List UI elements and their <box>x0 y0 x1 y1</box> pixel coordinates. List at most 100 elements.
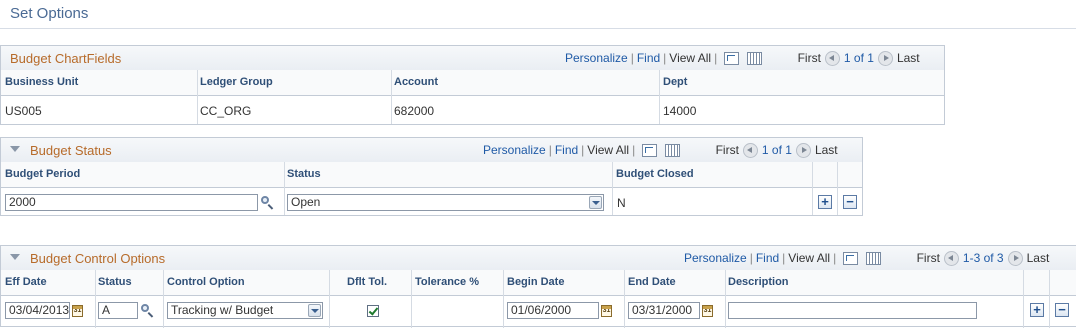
calendar-icon[interactable]: 31 <box>601 305 612 317</box>
column-divider <box>503 270 504 328</box>
add-row-button[interactable]: + <box>818 195 832 209</box>
personalize-link[interactable]: Personalize <box>483 143 546 157</box>
col-dept: Dept <box>663 76 688 88</box>
column-divider <box>284 162 285 215</box>
column-divider <box>95 270 96 328</box>
dflt-tol-checkbox[interactable] <box>367 305 379 317</box>
eff-date-input[interactable]: 03/04/2013 <box>5 302 70 319</box>
grid-title: Budget ChartFields <box>10 51 122 66</box>
row-range: 1 of 1 <box>761 143 792 157</box>
grid-nav: Personalize | Find | View All | First 1 of 1 La… <box>483 143 838 159</box>
col-eff-date: Eff Date <box>5 276 47 288</box>
view-all-link[interactable]: View All <box>788 251 830 265</box>
last-label: Last <box>896 51 920 65</box>
find-link[interactable]: Find <box>637 51 660 65</box>
previous-arrow-icon[interactable] <box>742 143 758 159</box>
description-input[interactable] <box>728 302 977 319</box>
next-arrow-icon[interactable] <box>877 51 893 67</box>
column-divider <box>725 270 726 328</box>
grid-icon[interactable] <box>747 52 763 66</box>
column-divider <box>163 270 164 328</box>
calendar-icon[interactable]: 31 <box>72 305 83 317</box>
ledger-group-value: CC_ORG <box>200 104 252 118</box>
magnifier-icon[interactable] <box>260 195 275 210</box>
collapse-triangle-icon[interactable] <box>10 254 20 260</box>
begin-date-input[interactable]: 01/06/2000 <box>507 302 599 319</box>
download-icon[interactable] <box>724 52 740 66</box>
end-date-input[interactable]: 03/31/2000 <box>628 302 700 319</box>
status-input[interactable]: A <box>98 302 138 319</box>
col-budget-closed: Budget Closed <box>616 168 694 180</box>
control-option-value: Tracking w/ Budget <box>171 303 274 317</box>
col-status: Status <box>98 276 132 288</box>
column-divider <box>624 270 625 328</box>
separator: | <box>749 251 753 265</box>
previous-arrow-icon[interactable] <box>824 51 840 67</box>
personalize-link[interactable]: Personalize <box>565 51 628 65</box>
collapse-triangle-icon[interactable] <box>10 146 20 152</box>
find-link[interactable]: Find <box>555 143 578 157</box>
col-status: Status <box>287 168 321 180</box>
grid-icon[interactable] <box>866 252 882 266</box>
calendar-icon[interactable]: 31 <box>702 305 713 317</box>
col-budget-period: Budget Period <box>5 168 81 180</box>
grid-nav: Personalize | Find | View All | First 1-3 of 3… <box>684 251 1050 267</box>
column-divider <box>329 270 330 328</box>
grid-icon[interactable] <box>665 144 681 158</box>
grid-header-bar: Budget ChartFields Personalize | Find | View… <box>1 46 944 71</box>
title-divider <box>0 28 1076 29</box>
separator: | <box>632 143 636 157</box>
status-select-value: Open <box>291 195 321 209</box>
row-range: 1-3 of 3 <box>962 251 1004 265</box>
delete-row-button[interactable]: − <box>1055 303 1069 317</box>
download-icon[interactable] <box>843 252 859 266</box>
col-business-unit: Business Unit <box>5 76 79 88</box>
budget-period-input[interactable]: 2000 <box>5 194 258 211</box>
personalize-link[interactable]: Personalize <box>684 251 747 265</box>
col-ledger-group: Ledger Group <box>200 76 273 88</box>
budget-chartfields-grid: Budget ChartFields Personalize | Find | View… <box>0 45 945 125</box>
first-label: First <box>916 251 940 265</box>
col-dflt-tol: Dflt Tol. <box>347 276 388 288</box>
budget-closed-value: N <box>617 196 626 210</box>
grid-header-bar: Budget Control Options Personalize | Find |… <box>1 246 1076 271</box>
control-option-select[interactable]: Tracking w/ Budget <box>167 302 323 319</box>
first-label: First <box>715 143 739 157</box>
next-arrow-icon[interactable] <box>795 143 811 159</box>
view-all-link[interactable]: View All <box>587 143 629 157</box>
column-header-row: Business Unit Ledger Group Account Dept <box>1 70 944 96</box>
dept-value: 14000 <box>663 104 697 118</box>
column-divider <box>391 70 392 124</box>
add-row-button[interactable]: + <box>1030 303 1044 317</box>
status-select[interactable]: Open <box>287 194 604 211</box>
col-tolerance: Tolerance % <box>415 276 479 288</box>
col-account: Account <box>394 76 438 88</box>
grid-title: Budget Control Options <box>30 251 166 266</box>
find-link[interactable]: Find <box>756 251 779 265</box>
column-divider <box>197 70 198 124</box>
separator: | <box>630 51 634 65</box>
column-divider <box>812 162 813 215</box>
magnifier-icon[interactable] <box>140 303 155 318</box>
business-unit-value: US005 <box>5 104 42 118</box>
column-divider <box>1023 270 1024 328</box>
download-icon[interactable] <box>642 144 658 158</box>
separator: | <box>663 51 667 65</box>
budget-control-options-grid: Budget Control Options Personalize | Find |… <box>0 245 1076 328</box>
first-label: First <box>797 51 821 65</box>
col-description: Description <box>728 276 789 288</box>
chevron-down-icon[interactable] <box>589 196 602 209</box>
last-label: Last <box>814 143 838 157</box>
chevron-down-icon[interactable] <box>308 304 321 317</box>
col-control-option: Control Option <box>167 276 245 288</box>
next-arrow-icon[interactable] <box>1007 251 1023 267</box>
last-label: Last <box>1026 251 1050 265</box>
delete-row-button[interactable]: − <box>843 195 857 209</box>
view-all-link[interactable]: View All <box>669 51 711 65</box>
column-header-row: Budget Period Status Budget Closed <box>1 162 862 188</box>
separator: | <box>714 51 718 65</box>
column-divider <box>837 162 838 215</box>
page-title: Set Options <box>10 5 89 22</box>
previous-arrow-icon[interactable] <box>943 251 959 267</box>
budget-status-grid: Budget Status Personalize | Find | View All |… <box>0 137 863 216</box>
